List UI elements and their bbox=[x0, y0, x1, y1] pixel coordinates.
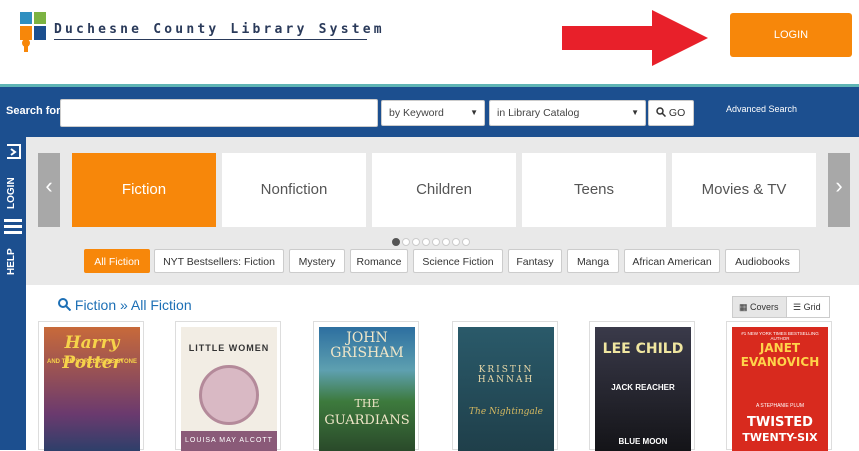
book-cover[interactable]: KRISTIN HANNAH The Nightingale bbox=[458, 327, 554, 451]
carousel-dot[interactable] bbox=[422, 238, 430, 246]
book-cover[interactable]: LEE CHILD JACK REACHER BLUE MOON bbox=[595, 327, 691, 451]
category-movies-tv[interactable]: Movies & TV bbox=[672, 153, 816, 227]
carousel-next-button[interactable]: › bbox=[828, 153, 850, 227]
book-card[interactable]: JOHN GRISHAM THE GUARDIANS bbox=[313, 321, 419, 451]
book-title: THE bbox=[354, 397, 380, 410]
library-logo-icon[interactable] bbox=[20, 12, 50, 52]
login-icon[interactable] bbox=[5, 143, 22, 160]
carousel-dot[interactable] bbox=[442, 238, 450, 246]
results-title: Fiction » All Fiction bbox=[74, 297, 192, 313]
search-label: Search for bbox=[6, 105, 61, 117]
subnav-nyt-bestsellers[interactable]: NYT Bestsellers: Fiction bbox=[154, 249, 284, 273]
book-author: JOHN GRISHAM bbox=[330, 330, 404, 361]
site-title[interactable]: Duchesne County Library System bbox=[54, 22, 385, 37]
carousel-dot[interactable] bbox=[392, 238, 400, 246]
grid-label: Grid bbox=[803, 302, 821, 312]
chevron-down-icon: ▼ bbox=[470, 108, 478, 117]
category-teens[interactable]: Teens bbox=[522, 153, 666, 227]
go-label: GO bbox=[668, 107, 686, 119]
book-card[interactable]: KRISTIN HANNAH The Nightingale bbox=[452, 321, 558, 451]
subnav-audiobooks[interactable]: Audiobooks bbox=[725, 249, 800, 273]
search-icon bbox=[58, 298, 72, 312]
book-subtitle: TWENTY-SIX bbox=[742, 431, 818, 444]
book-author: LOUISA MAY ALCOTT bbox=[185, 437, 273, 444]
side-help-tab[interactable]: HELP bbox=[6, 248, 17, 275]
chevron-down-icon: ▼ bbox=[631, 108, 639, 117]
site-header: Duchesne County Library System LOGIN bbox=[0, 0, 859, 85]
search-scope-select[interactable]: in Library Catalog ▼ bbox=[489, 100, 646, 126]
book-title: BLUE MOON bbox=[618, 437, 668, 446]
search-go-button[interactable]: GO bbox=[648, 100, 694, 126]
logo-underline bbox=[54, 39, 367, 40]
book-cover[interactable]: Harry Potter AND THE SORCERER'S STONE bbox=[44, 327, 140, 451]
book-card[interactable]: Harry Potter AND THE SORCERER'S STONE bbox=[38, 321, 144, 451]
covers-view-button[interactable]: ▦ Covers bbox=[732, 296, 787, 318]
side-tabs: LOGIN HELP bbox=[0, 137, 26, 450]
subnav-mystery[interactable]: Mystery bbox=[289, 249, 345, 273]
carousel-dot[interactable] bbox=[462, 238, 470, 246]
carousel-dot[interactable] bbox=[412, 238, 420, 246]
carousel-prev-button[interactable]: ‹ bbox=[38, 153, 60, 227]
list-view-button[interactable]: ☰ Grid bbox=[786, 296, 830, 318]
book-author: JANET EVANOVICH bbox=[740, 341, 820, 369]
book-title: Harry Potter bbox=[62, 333, 122, 373]
carousel-dot[interactable] bbox=[452, 238, 460, 246]
book-card[interactable]: LITTLE WOMEN LOUISA MAY ALCOTT bbox=[175, 321, 281, 451]
cover-illustration bbox=[199, 365, 259, 425]
side-login-tab[interactable]: LOGIN bbox=[6, 177, 17, 209]
subnav-romance[interactable]: Romance bbox=[350, 249, 408, 273]
category-children[interactable]: Children bbox=[372, 153, 516, 227]
search-input[interactable] bbox=[60, 99, 378, 127]
carousel-dot[interactable] bbox=[402, 238, 410, 246]
red-arrow-icon bbox=[562, 10, 708, 66]
results-heading: Fiction » All Fiction bbox=[58, 297, 192, 313]
subnav-all-fiction[interactable]: All Fiction bbox=[84, 249, 150, 273]
subnav-fantasy[interactable]: Fantasy bbox=[508, 249, 562, 273]
book-subtitle: AND THE SORCERER'S STONE bbox=[47, 359, 137, 365]
carousel-dots bbox=[392, 233, 472, 246]
carousel-dot[interactable] bbox=[432, 238, 440, 246]
subnav-manga[interactable]: Manga bbox=[567, 249, 619, 273]
search-scope-value: in Library Catalog bbox=[497, 107, 580, 119]
book-title: TWISTED bbox=[747, 415, 813, 430]
category-fiction[interactable]: Fiction bbox=[72, 153, 216, 227]
covers-label: Covers bbox=[750, 302, 779, 312]
book-cover[interactable]: #1 NEW YORK TIMES BESTSELLING AUTHOR JAN… bbox=[732, 327, 828, 451]
book-series: JACK REACHER bbox=[611, 383, 675, 392]
book-author: LEE CHILD bbox=[602, 341, 684, 357]
book-author: KRISTIN HANNAH bbox=[477, 365, 535, 385]
list-icon: ☰ bbox=[793, 302, 802, 312]
grid-icon: ▦ bbox=[739, 302, 748, 312]
book-cover[interactable]: JOHN GRISHAM THE GUARDIANS bbox=[319, 327, 415, 451]
subnav-african-american[interactable]: African American bbox=[624, 249, 720, 273]
book-tagline: #1 NEW YORK TIMES BESTSELLING AUTHOR bbox=[741, 331, 819, 341]
search-type-value: by Keyword bbox=[389, 107, 444, 119]
book-title: The Nightingale bbox=[469, 407, 543, 417]
book-series: A STEPHANIE PLUM bbox=[755, 403, 805, 409]
category-nonfiction[interactable]: Nonfiction bbox=[222, 153, 366, 227]
search-icon bbox=[656, 107, 667, 118]
search-type-select[interactable]: by Keyword ▼ bbox=[381, 100, 485, 126]
menu-icon[interactable] bbox=[4, 217, 22, 237]
book-card[interactable]: #1 NEW YORK TIMES BESTSELLING AUTHOR JAN… bbox=[726, 321, 832, 451]
book-title: LITTLE WOMEN bbox=[188, 343, 270, 353]
search-bar: Search for by Keyword ▼ in Library Catal… bbox=[0, 87, 859, 137]
login-button[interactable]: LOGIN bbox=[730, 13, 852, 57]
subnav-science-fiction[interactable]: Science Fiction bbox=[413, 249, 503, 273]
book-subtitle: GUARDIANS bbox=[324, 413, 410, 428]
book-card[interactable]: LEE CHILD JACK REACHER BLUE MOON bbox=[589, 321, 695, 451]
book-cover[interactable]: LITTLE WOMEN LOUISA MAY ALCOTT bbox=[181, 327, 277, 451]
advanced-search-link[interactable]: Advanced Search bbox=[726, 104, 797, 114]
category-carousel: ‹ Fiction Nonfiction Children Teens Movi… bbox=[26, 137, 859, 285]
